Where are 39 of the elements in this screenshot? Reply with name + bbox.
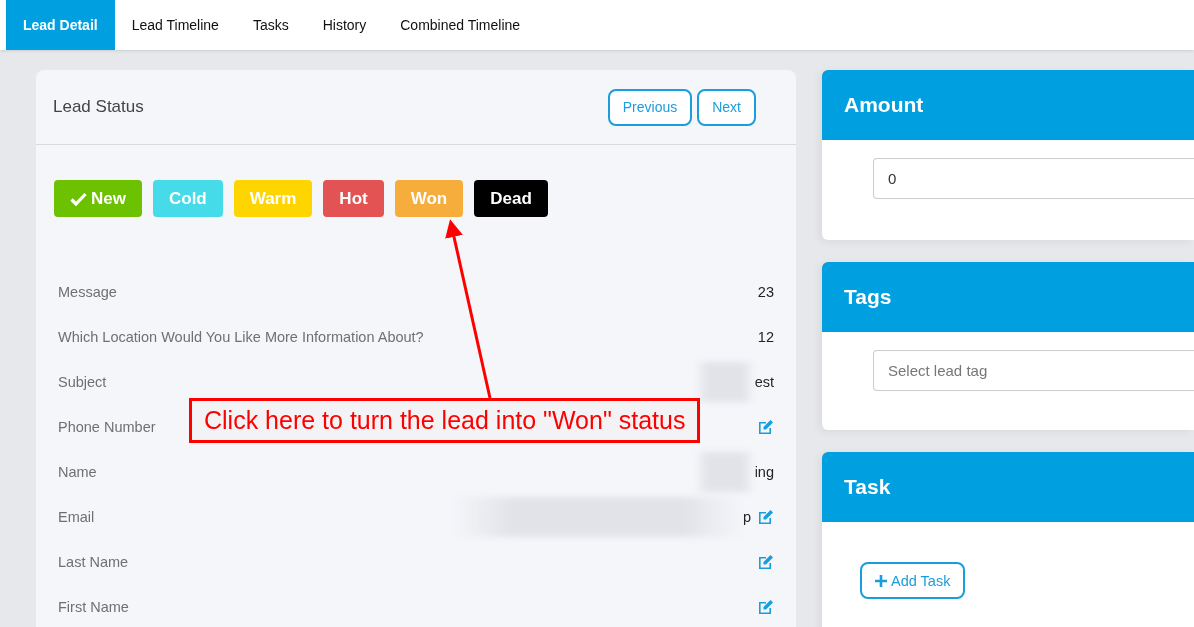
field-value: ing [754, 463, 774, 480]
field-label: Last Name [58, 553, 129, 570]
plus-icon [875, 574, 887, 587]
card-title: Lead Status [53, 97, 144, 117]
status-button[interactable]: Dead [474, 180, 548, 217]
field-label: First Name [58, 598, 129, 615]
tab[interactable]: Lead Timeline [114, 0, 236, 50]
card-header: Amount [822, 70, 1194, 140]
annotation-callout: Click here to turn the lead into "Won" status [189, 398, 701, 443]
next-button[interactable]: Next [697, 88, 756, 126]
tab[interactable]: Tasks [235, 0, 306, 50]
tab[interactable]: History [305, 0, 384, 50]
status-button[interactable]: New [54, 180, 142, 217]
field-label: Phone Number [58, 418, 156, 435]
field-value: p [742, 508, 751, 525]
tag-select-field[interactable]: Select lead tag [873, 350, 1194, 391]
edit-icon[interactable] [757, 553, 774, 570]
tab[interactable]: Lead Detail [6, 0, 115, 50]
field-value: est [754, 373, 774, 390]
field-value: 23 [757, 283, 774, 300]
field-label: Email [58, 508, 95, 525]
edit-icon[interactable] [757, 598, 774, 615]
check-icon [70, 191, 87, 206]
tab[interactable]: Combined Timeline [383, 0, 538, 50]
status-button[interactable]: Hot [323, 180, 384, 217]
field-label: Which Location Would You Like More Information About? [58, 328, 424, 345]
amount-field[interactable]: 0 [873, 158, 1194, 199]
edit-icon[interactable] [757, 418, 774, 435]
status-button[interactable]: Cold [152, 180, 223, 217]
card-header: Task [822, 452, 1194, 522]
field-label: Message [58, 283, 117, 300]
field-label: Subject [58, 373, 107, 390]
card-header: Tags [822, 262, 1194, 332]
field-value: 12 [757, 328, 774, 345]
field-label: Name [58, 463, 97, 480]
edit-icon[interactable] [757, 508, 774, 525]
add-task-button[interactable]: Add Task [860, 562, 966, 599]
status-button[interactable]: Won [394, 180, 464, 217]
previous-button[interactable]: Previous [607, 88, 693, 126]
